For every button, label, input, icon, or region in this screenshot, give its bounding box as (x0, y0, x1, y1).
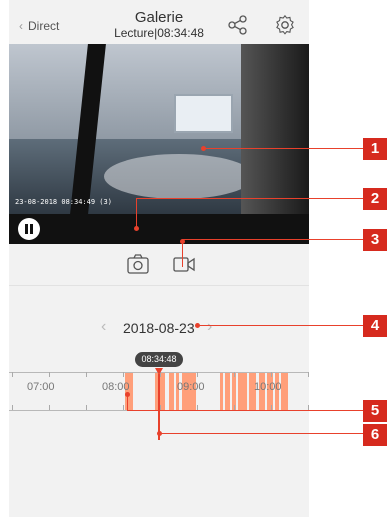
hour-label: 09:00 (177, 381, 205, 393)
recording-segment[interactable] (281, 373, 288, 410)
tick (271, 372, 272, 377)
callout-badge-1: 1 (363, 138, 387, 160)
callout-badge-2: 2 (363, 188, 387, 210)
recording-segment[interactable] (238, 373, 247, 410)
tick (86, 405, 87, 410)
top-bar: ‹ Direct Galerie Lecture|08:34:48 (9, 0, 309, 44)
title-block: Galerie Lecture|08:34:48 (89, 9, 229, 41)
tick (197, 372, 198, 377)
phone-screen: ‹ Direct Galerie Lecture|08:34:48 23-08-2… (9, 0, 309, 517)
callout-badge-6: 6 (363, 424, 387, 446)
current-date: 2018-08-23 (123, 320, 195, 336)
callout-badge-5: 5 (363, 400, 387, 422)
current-time-bubble: 08:34:48 (135, 352, 183, 367)
callout-line (136, 198, 363, 199)
callout-badge-3: 3 (363, 229, 387, 251)
tick (12, 372, 13, 377)
video-record-icon[interactable] (172, 253, 196, 275)
page-subtitle: Lecture|08:34:48 (114, 26, 204, 40)
tick (123, 405, 124, 410)
pause-icon[interactable] (18, 218, 40, 240)
date-navigator: ‹ 2018-08-23 › (9, 318, 309, 340)
callout-line (182, 239, 363, 240)
next-date-button[interactable]: › (207, 318, 212, 336)
chevron-left-icon: ‹ (19, 19, 23, 33)
callout-line (182, 239, 183, 267)
hour-label: 10:00 (254, 381, 282, 393)
tick (49, 405, 50, 410)
tick (308, 372, 309, 377)
back-label: Direct (28, 19, 60, 33)
callout-line (127, 410, 363, 411)
callout-line (136, 198, 137, 228)
video-light (104, 154, 254, 199)
video-window (174, 94, 233, 133)
callout-line (127, 394, 128, 410)
video-dark-area (241, 44, 309, 214)
callout-line (203, 148, 363, 149)
share-icon[interactable] (227, 14, 249, 36)
tick (123, 372, 124, 377)
recording-segment[interactable] (169, 373, 174, 410)
video-player[interactable]: 23-08-2018 08:34:49 (3) (9, 44, 309, 214)
callout-line (159, 433, 363, 434)
hour-label: 07:00 (27, 381, 55, 393)
divider (9, 285, 309, 286)
video-timestamp: 23-08-2018 08:34:49 (3) (15, 198, 112, 206)
callout-line (197, 325, 363, 326)
recording-segment[interactable] (220, 373, 223, 410)
tick (49, 372, 50, 377)
tick (234, 372, 235, 377)
callout-badge-4: 4 (363, 315, 387, 337)
back-button[interactable]: ‹ Direct (19, 19, 59, 33)
page-title: Galerie (134, 9, 184, 26)
tick (86, 372, 87, 377)
gear-icon[interactable] (274, 14, 296, 36)
hour-label: 08:00 (102, 381, 130, 393)
recording-segment[interactable] (225, 373, 230, 410)
previous-date-button[interactable]: ‹ (101, 318, 106, 336)
tick (12, 405, 13, 410)
camera-icon[interactable] (126, 253, 150, 275)
